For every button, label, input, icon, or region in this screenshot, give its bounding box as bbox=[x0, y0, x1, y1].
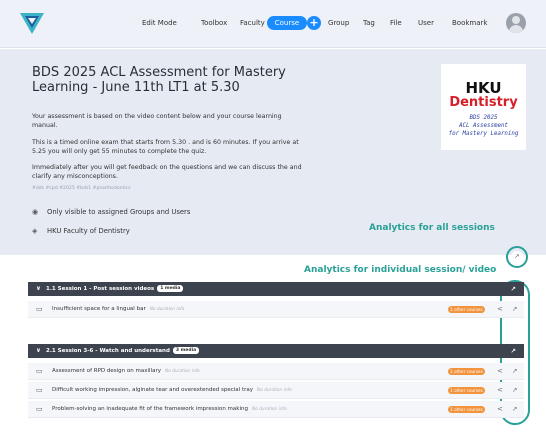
faculty-icon: ◈ bbox=[32, 227, 38, 235]
media-count-badge-2: 3 media bbox=[172, 347, 200, 354]
trending-icon[interactable]: ↗ bbox=[512, 382, 517, 399]
top-navigation-bar: Edit Mode Toolbox Faculty Course + Group… bbox=[0, 0, 546, 48]
thumbnail-small-3: for Mastery Learning bbox=[448, 131, 519, 137]
media-icon: ▭ bbox=[36, 405, 43, 413]
trending-icon[interactable]: ↗ bbox=[512, 401, 517, 418]
nav-faculty[interactable]: Faculty bbox=[240, 19, 265, 27]
share-icon[interactable]: < bbox=[497, 401, 503, 418]
nav-tag[interactable]: Tag bbox=[363, 19, 375, 27]
avatar-body bbox=[509, 25, 523, 33]
nav-user[interactable]: User bbox=[418, 19, 434, 27]
media-count-badge-1: 1 media bbox=[157, 285, 184, 292]
nav-file[interactable]: File bbox=[390, 19, 402, 27]
nav-edit-mode[interactable]: Edit Mode bbox=[142, 19, 177, 27]
media-title[interactable]: Assessment of RPD design on maxillary No … bbox=[52, 363, 200, 380]
other-courses-badge[interactable]: 1 other courses bbox=[448, 387, 485, 394]
tag-list[interactable]: #dds #cpd #2025 #bds1 #prosthodontics bbox=[32, 186, 131, 191]
share-icon[interactable]: < bbox=[497, 301, 503, 318]
visibility-text: Only visible to assigned Groups and User… bbox=[47, 208, 191, 216]
description-paragraph-1: Your assessment is based on the video co… bbox=[32, 113, 282, 129]
media-icon: ▭ bbox=[36, 305, 43, 313]
trending-icon[interactable]: ↗ bbox=[512, 363, 517, 380]
avatar[interactable] bbox=[506, 13, 526, 33]
list-item[interactable]: ▭ Insufficient space for a lingual bar No… bbox=[28, 301, 524, 318]
duration-info: No duration info bbox=[251, 407, 287, 412]
thumbnail-small-2: ACL Assessment bbox=[459, 123, 508, 129]
thumbnail-line-2: Dentistry bbox=[449, 95, 518, 110]
media-title[interactable]: Insufficient space for a lingual bar No d… bbox=[52, 301, 184, 318]
section-title-2: 2.1 Session 3-6 - Watch and understand bbox=[46, 348, 170, 354]
thumbnail-small-1: BDS 2025 bbox=[469, 115, 498, 121]
nav-course[interactable]: Course bbox=[267, 16, 307, 30]
chevron-down-icon[interactable]: ∨ bbox=[36, 344, 46, 358]
page-title: BDS 2025 ACL Assessment for Mastery Lear… bbox=[32, 65, 286, 95]
faculty-text[interactable]: HKU Faculty of Dentistry bbox=[47, 227, 130, 235]
other-courses-badge[interactable]: 1 other courses bbox=[448, 368, 485, 375]
media-title[interactable]: Difficult working impression, alginate t… bbox=[52, 382, 292, 399]
section-header-2[interactable]: ∨ 2.1 Session 3-6 - Watch and understand 3… bbox=[28, 344, 524, 358]
duration-info: No duration info bbox=[164, 369, 200, 374]
media-title[interactable]: Problem-solving an inadequate fit of the… bbox=[52, 401, 287, 418]
trending-icon[interactable]: ↗ bbox=[512, 301, 517, 318]
faculty-row: ◈ HKU Faculty of Dentistry bbox=[32, 227, 130, 235]
list-item[interactable]: ▭ Difficult working impression, alginate… bbox=[28, 382, 524, 399]
share-icon[interactable]: < bbox=[497, 363, 503, 380]
visibility-row: ◉ Only visible to assigned Groups and Use… bbox=[32, 208, 190, 216]
other-courses-badge[interactable]: 1 other courses bbox=[448, 406, 485, 413]
avatar-head bbox=[512, 16, 520, 24]
description-paragraph-2: This is a timed online exam that starts … bbox=[32, 139, 299, 155]
description-paragraph-3: Immediately after you will get feedback … bbox=[32, 164, 302, 180]
list-item[interactable]: ▭ Problem-solving an inadequate fit of t… bbox=[28, 401, 524, 418]
nav-bookmark[interactable]: Bookmark bbox=[452, 19, 487, 27]
section-analytics-trending-icon[interactable]: ↗ bbox=[511, 282, 516, 296]
media-icon: ▭ bbox=[36, 367, 43, 375]
media-icon: ▭ bbox=[36, 386, 43, 394]
nav-toolbox[interactable]: Toolbox bbox=[201, 19, 227, 27]
chevron-down-icon[interactable]: ∨ bbox=[36, 282, 46, 296]
list-item[interactable]: ▭ Assessment of RPD design on maxillary N… bbox=[28, 363, 524, 380]
other-courses-badge[interactable]: 1 other courses bbox=[448, 306, 485, 313]
annotation-individual-sessions: Analytics for individual session/ video bbox=[304, 265, 497, 275]
share-icon[interactable]: < bbox=[497, 382, 503, 399]
section-header-1[interactable]: ∨ 1.1 Session 1 - Post session videos 1 me… bbox=[28, 282, 524, 296]
course-thumbnail: HKU Dentistry BDS 2025 ACL Assessment fo… bbox=[441, 64, 526, 150]
annotation-circle bbox=[506, 246, 528, 268]
section-title-1: 1.1 Session 1 - Post session videos bbox=[46, 286, 155, 292]
nav-group[interactable]: Group bbox=[328, 19, 349, 27]
annotation-all-sessions: Analytics for all sessions bbox=[369, 223, 495, 233]
eye-icon: ◉ bbox=[32, 208, 39, 216]
duration-info: No duration info bbox=[149, 307, 185, 312]
add-button[interactable]: + bbox=[307, 16, 321, 30]
logo-icon[interactable] bbox=[18, 10, 46, 36]
duration-info: No duration info bbox=[256, 388, 292, 393]
section-analytics-trending-icon[interactable]: ↗ bbox=[511, 344, 516, 358]
